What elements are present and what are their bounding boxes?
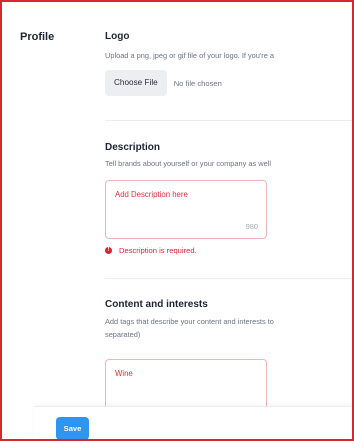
save-button[interactable]: Save [56, 417, 89, 439]
character-count: 980 [245, 222, 258, 231]
help-line-2: separated) [105, 330, 141, 339]
section-divider [105, 120, 352, 121]
logo-description: Upload a png, jpeg or gif file of your l… [105, 51, 275, 60]
help-line-1: Add tags that describe your content and … [105, 317, 274, 326]
description-placeholder: Add Description here [115, 190, 188, 199]
logo-file-input[interactable]: Choose File No file chosen [105, 70, 222, 96]
section-label-profile: Profile [20, 31, 55, 43]
description-title: Description [105, 142, 161, 153]
content-interests-title: Content and interests [105, 299, 208, 310]
content-interests-value: Wine [115, 369, 133, 378]
description-help-text: Tell brands about yourself or your compa… [105, 159, 271, 168]
description-error: ! Description is required. [105, 246, 197, 255]
section-divider [105, 278, 352, 279]
error-message: Description is required. [119, 246, 197, 255]
footer-bar: Save [34, 406, 352, 439]
error-icon: ! [105, 247, 112, 254]
choose-file-button[interactable]: Choose File [105, 70, 167, 96]
content-interests-help-text: Add tags that describe your content and … [105, 315, 352, 341]
file-status-text: No file chosen [173, 78, 222, 88]
description-textarea[interactable]: Add Description here 980 [105, 180, 267, 239]
profile-settings-panel: Profile Logo Upload a png, jpeg or gif f… [0, 0, 354, 441]
logo-title: Logo [105, 31, 130, 42]
